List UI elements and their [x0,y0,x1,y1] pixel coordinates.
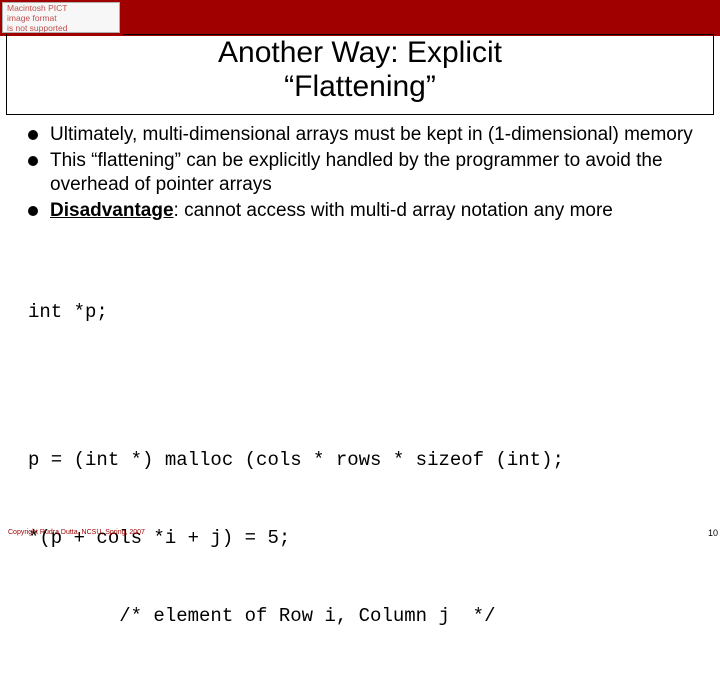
pict-unsupported-badge: Macintosh PICT image format is not suppo… [2,2,120,33]
slide-title: Another Way: Explicit “Flattening” [6,34,714,115]
pict-line-1: Macintosh PICT [3,3,119,13]
pict-line-3: is not supported [3,23,119,33]
bullet-rest: : cannot access with multi-d array notat… [174,200,613,221]
page-number: 10 [708,528,718,538]
code-block: p = (int *) malloc (cols * rows * sizeof… [28,395,702,681]
code-line: /* element of Row i, Column j */ [28,603,702,629]
bullet-text: This “flattening” can be explicitly hand… [50,150,663,195]
bullet-list: Ultimately, multi-dimensional arrays mus… [28,123,702,223]
bullet-item: Disadvantage: cannot access with multi-d… [28,199,702,223]
title-line-1: Another Way: Explicit [7,36,713,70]
slide-body: Ultimately, multi-dimensional arrays mus… [0,115,720,681]
bullet-label: Disadvantage [50,200,174,221]
pict-line-2: image format [3,13,119,23]
bullet-item: This “flattening” can be explicitly hand… [28,149,702,197]
copyright-footer: Copyright Rudra Dutta, NCSU, Spring, 200… [8,529,145,536]
bullet-text: Ultimately, multi-dimensional arrays mus… [50,124,693,145]
code-line: p = (int *) malloc (cols * rows * sizeof… [28,447,702,473]
code-block: int *p; [28,247,702,377]
code-line: int *p; [28,299,702,325]
title-line-2: “Flattening” [7,70,713,104]
bullet-item: Ultimately, multi-dimensional arrays mus… [28,123,702,147]
